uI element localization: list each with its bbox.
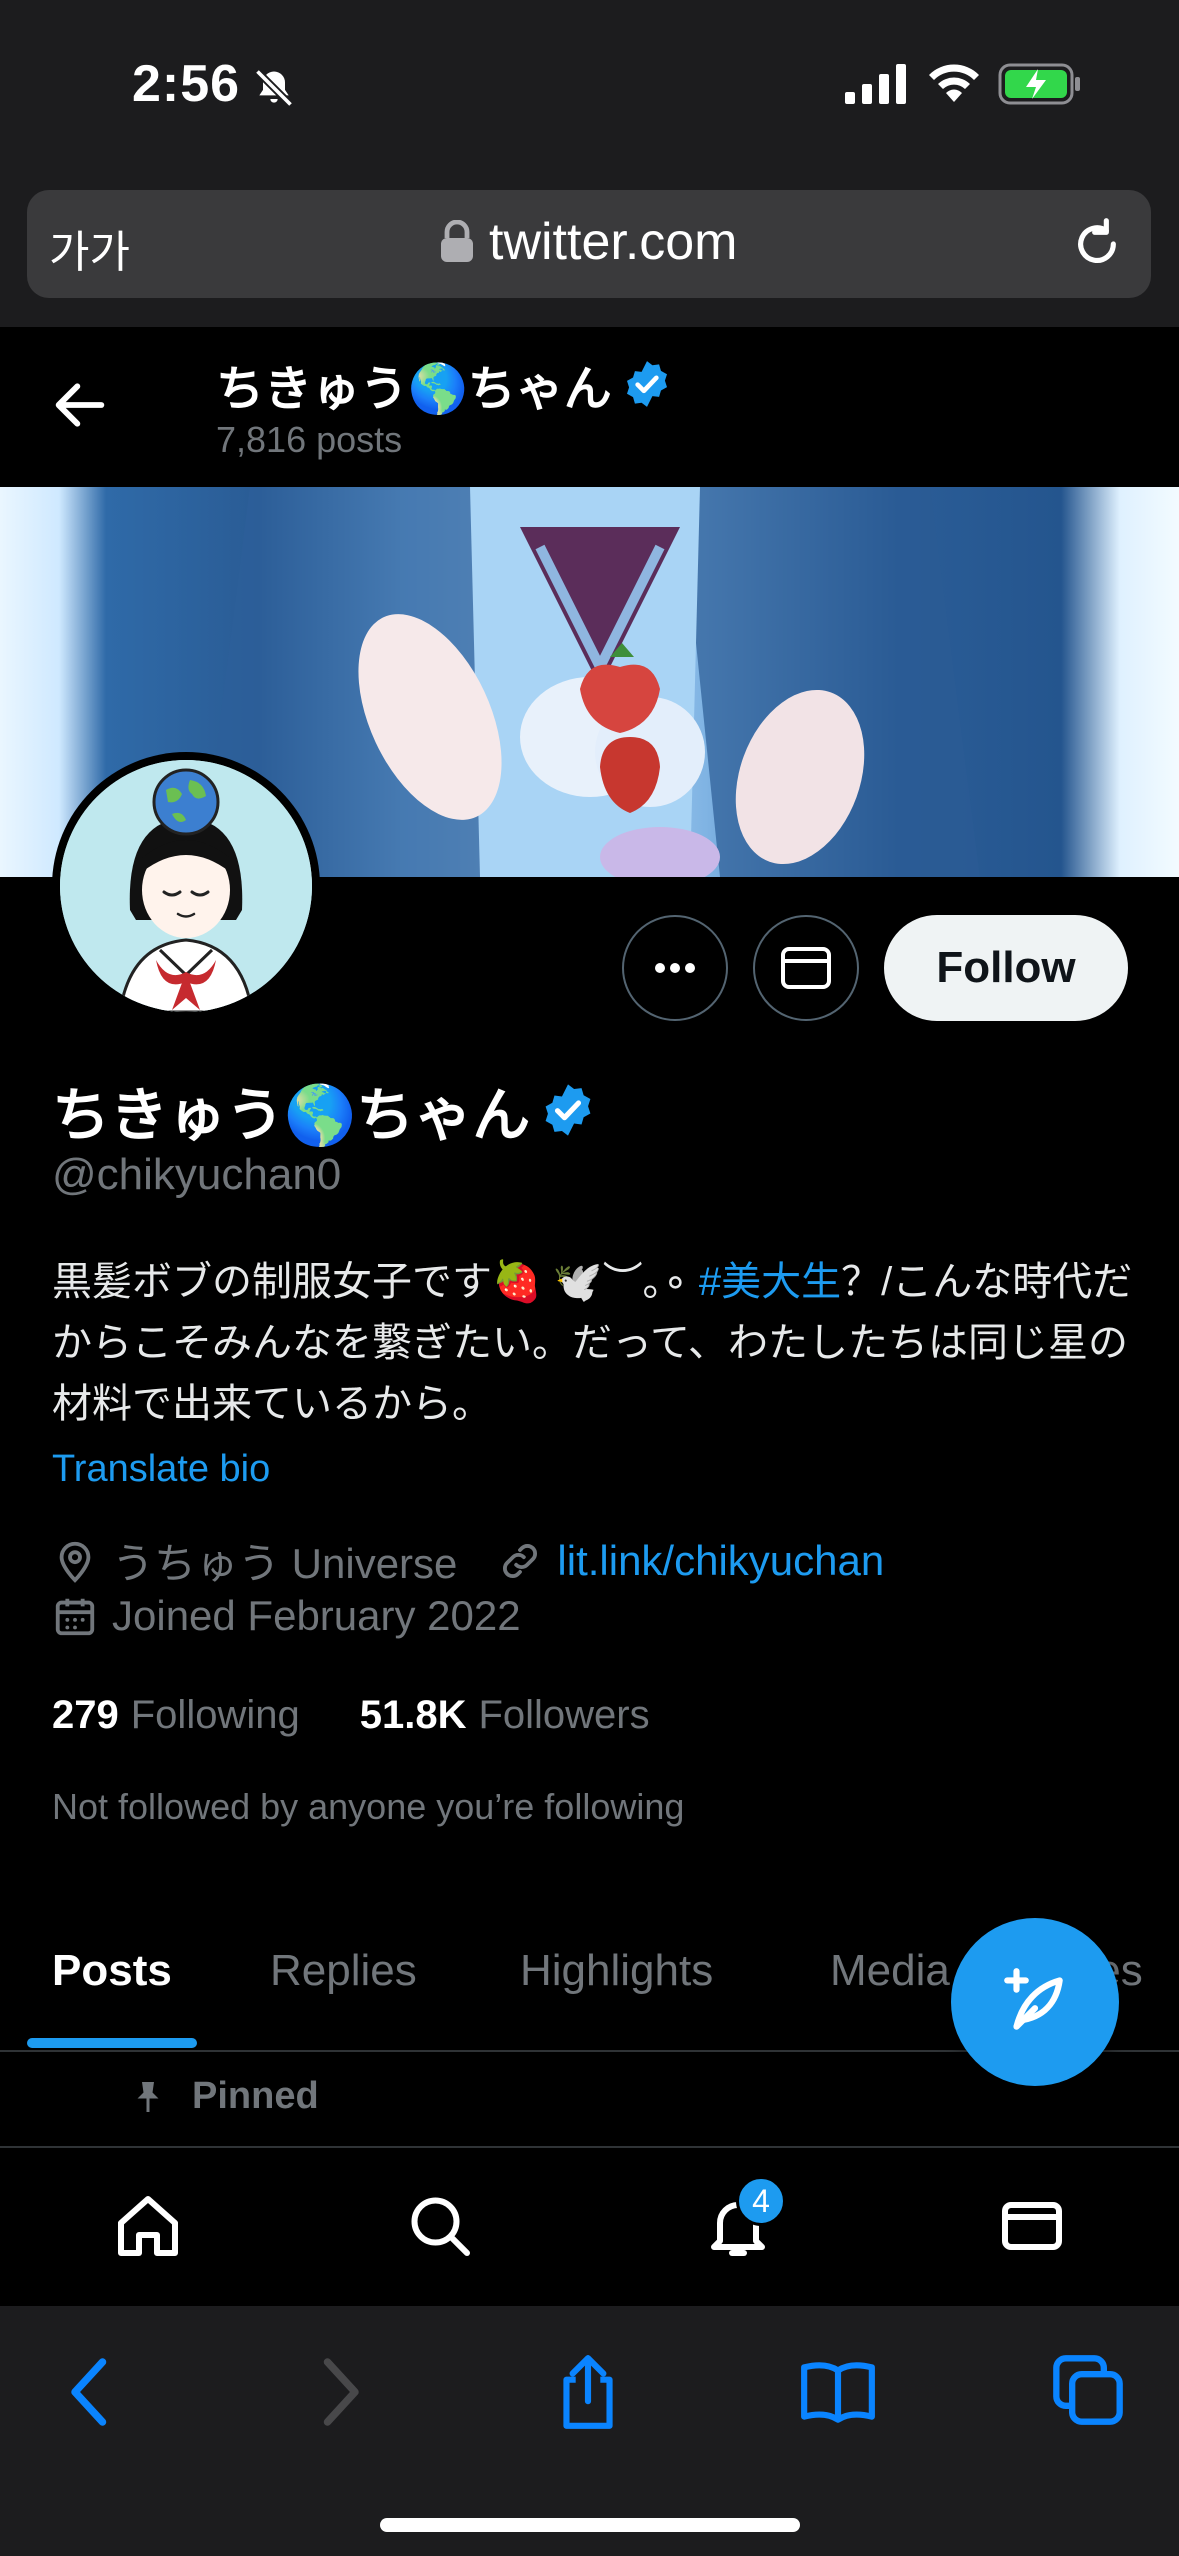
message-button[interactable] <box>753 915 859 1021</box>
browser-back-icon[interactable] <box>60 2352 120 2432</box>
envelope-icon <box>781 947 831 989</box>
profile-meta-joined: Joined February 2022 <box>52 1592 521 1640</box>
browser-top-chrome: 2:56 가가 twitter.com <box>0 0 1179 327</box>
avatar-image <box>60 760 312 1012</box>
following-stat[interactable]: 279 Following <box>52 1693 300 1738</box>
verified-badge-icon[interactable] <box>540 1082 596 1138</box>
url-text[interactable]: twitter.com <box>489 212 738 272</box>
header-display-name: ちきゅう🌎ちゃん <box>216 349 672 419</box>
tab-highlights[interactable]: Highlights <box>520 1946 713 1996</box>
lock-icon <box>441 220 473 262</box>
compose-post-button[interactable] <box>951 1918 1119 2086</box>
profile-handle: @chikyuchan0 <box>52 1150 342 1199</box>
profile-joined-date: Joined February 2022 <box>112 1592 521 1639</box>
active-tab-indicator <box>27 2038 197 2048</box>
profile-header-bar: ちきゅう🌎ちゃん 7,816 posts <box>0 327 1179 487</box>
verified-badge-icon <box>626 361 667 407</box>
status-time: 2:56 <box>132 55 241 113</box>
followers-count: 51.8K <box>359 1693 467 1737</box>
home-icon[interactable] <box>112 2190 184 2262</box>
link-icon <box>503 1543 538 1578</box>
followers-stat[interactable]: 51.8K Followers <box>360 1693 650 1738</box>
profile-avatar[interactable] <box>52 752 320 1020</box>
header-posts-count: 7,816 posts <box>216 419 403 460</box>
followers-label: Followers <box>478 1693 650 1737</box>
wifi-icon <box>929 64 979 102</box>
translate-bio-link[interactable]: Translate bio <box>52 1448 270 1491</box>
battery-charging-icon <box>998 63 1080 105</box>
tab-posts[interactable]: Posts <box>52 1946 172 1996</box>
follow-button[interactable]: Follow <box>884 915 1128 1021</box>
search-icon[interactable] <box>404 2190 476 2262</box>
back-arrow-icon[interactable] <box>48 373 112 437</box>
messages-envelope-icon[interactable] <box>996 2190 1068 2262</box>
following-label: Following <box>130 1693 300 1737</box>
browser-forward-icon[interactable] <box>310 2352 370 2432</box>
more-options-button[interactable] <box>622 915 728 1021</box>
share-icon[interactable] <box>550 2352 626 2432</box>
following-count: 279 <box>52 1693 119 1737</box>
tab-media[interactable]: Media <box>830 1946 950 1996</box>
profile-bio: 黒髪ボブの制服女子です🍓 🕊️︶｡∘ #美大生？/こんな時代だからこそみんなを繋… <box>52 1252 1142 1435</box>
profile-meta-location-website: うちゅう Universe lit.link/chikyuchan <box>52 1530 884 1591</box>
reader-view-button[interactable]: 가가 <box>49 216 130 280</box>
tabs-overview-icon[interactable] <box>1050 2352 1126 2428</box>
profile-website-link[interactable]: lit.link/chikyuchan <box>557 1537 884 1585</box>
calendar-icon <box>55 1598 95 1636</box>
tab-replies[interactable]: Replies <box>270 1946 417 1996</box>
location-pin-icon <box>59 1541 91 1583</box>
not-followed-notice: Not followed by anyone you’re following <box>52 1786 685 1827</box>
pinned-label-row: Pinned <box>130 2075 319 2118</box>
reload-icon[interactable] <box>1069 214 1125 274</box>
compose-feather-icon <box>1004 1968 1063 2030</box>
pinned-label: Pinned <box>192 2075 319 2117</box>
cellular-signal-icon <box>845 64 906 104</box>
profile-location: うちゅう Universe <box>112 1540 458 1587</box>
profile-stats: 279 Following 51.8K Followers <box>52 1693 650 1738</box>
bottom-navigation: 4 <box>0 2146 1179 2306</box>
bio-text-start: 黒髪ボブの制服女子です🍓 🕊️︶｡∘ <box>52 1260 699 1304</box>
notifications-badge: 4 <box>736 2176 786 2226</box>
bio-hashtag-link[interactable]: #美大生 <box>699 1260 841 1304</box>
bookmarks-book-icon[interactable] <box>798 2352 878 2432</box>
browser-bottom-toolbar <box>0 2306 1179 2556</box>
home-indicator <box>380 2518 800 2532</box>
address-bar[interactable]: 가가 twitter.com <box>27 190 1151 298</box>
profile-display-name: ちきゅう🌎ちゃん <box>52 1068 596 1152</box>
header-name-text: ちきゅう🌎ちゃん <box>216 363 612 416</box>
profile-name-text: ちきゅう🌎ちゃん <box>52 1083 531 1148</box>
more-dots-icon <box>655 963 695 973</box>
pin-icon <box>137 2081 159 2112</box>
bell-off-icon <box>254 68 294 108</box>
